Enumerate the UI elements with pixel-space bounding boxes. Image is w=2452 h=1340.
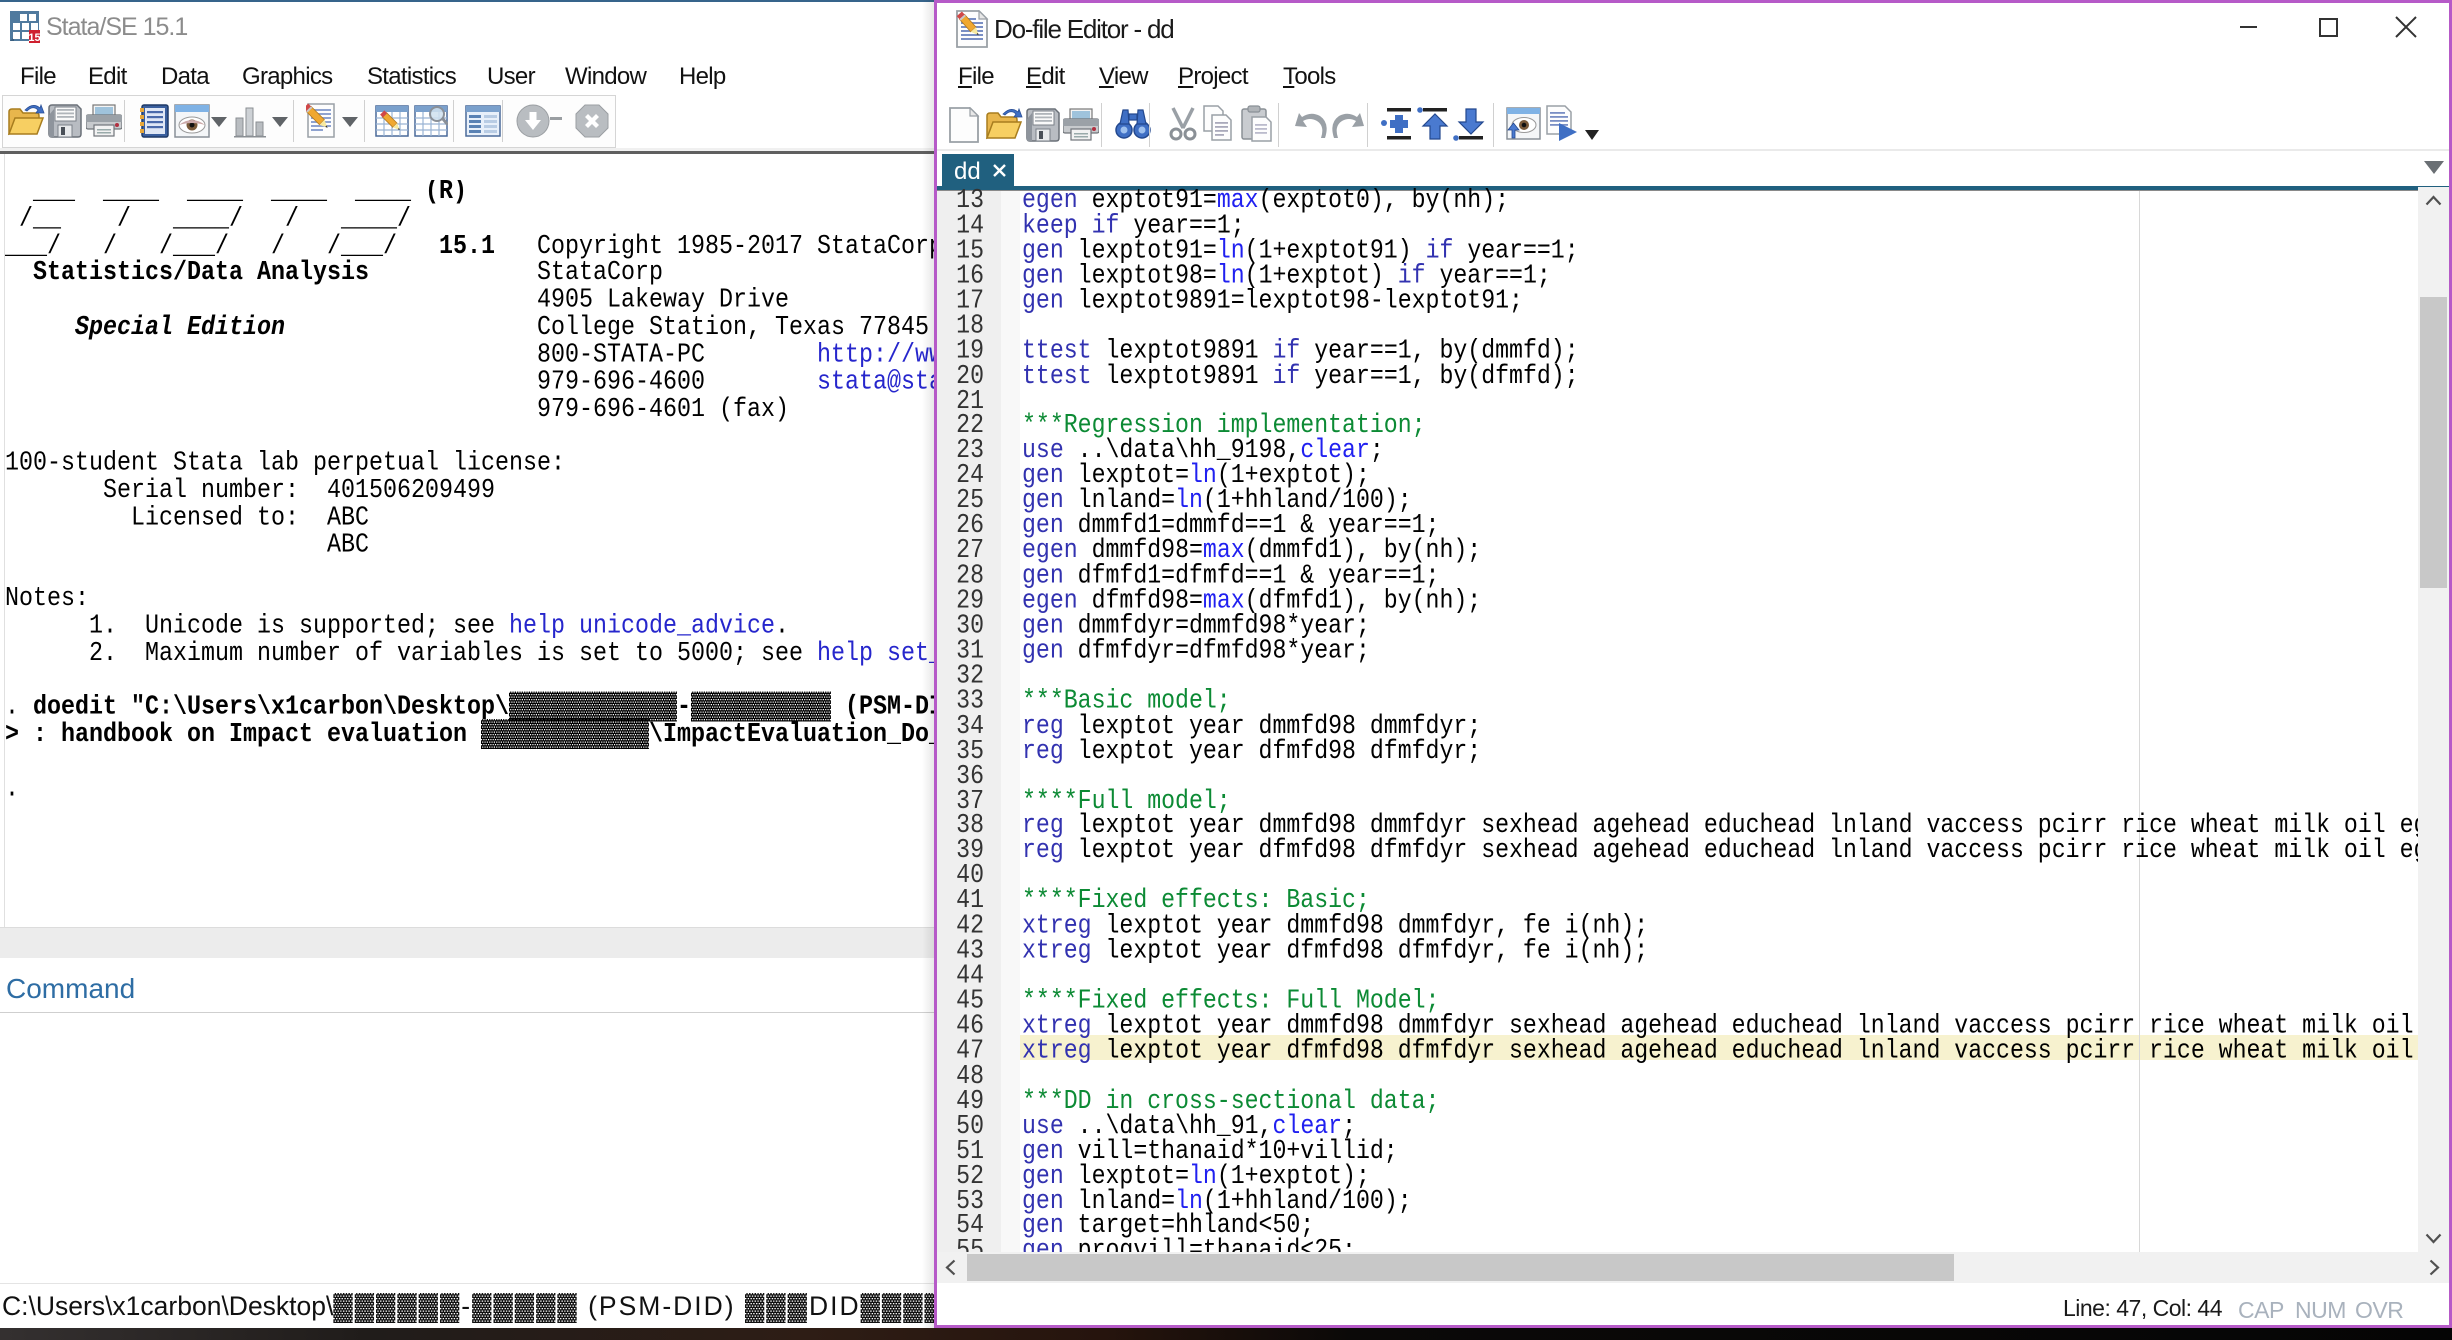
svg-text:15: 15 (28, 32, 40, 43)
